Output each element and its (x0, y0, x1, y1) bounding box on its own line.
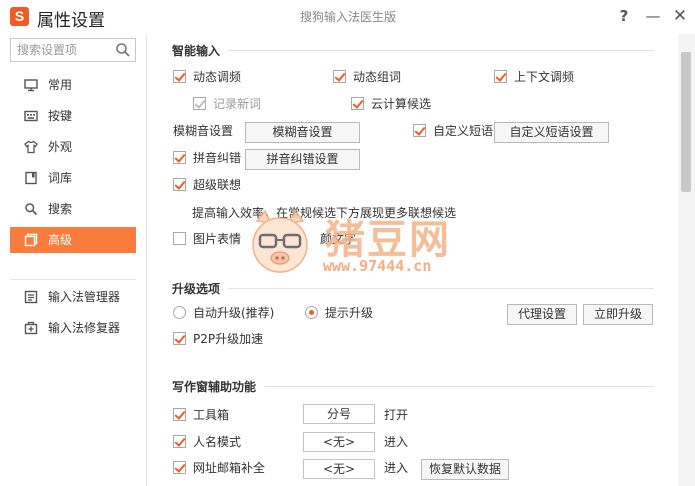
checkbox-box[interactable] (333, 70, 346, 83)
radio-auto-upgrade[interactable]: 自动升级(推荐) (173, 303, 293, 323)
checkbox-dynamic-freq[interactable]: 动态调频 (173, 67, 313, 87)
section-divider (228, 50, 654, 51)
upgrade-now-button[interactable]: 立即升级 (583, 304, 653, 325)
sogou-logo-icon: S (10, 7, 29, 26)
sidebar-item-label: 外观 (48, 140, 73, 154)
window-title: 属性设置 (37, 11, 105, 31)
checkbox-box[interactable] (173, 461, 186, 474)
sidebar-item-dictionary[interactable]: 词库 (10, 165, 136, 191)
sidebar: 常用 按键 外观 词库 搜索 高级 (0, 34, 147, 486)
shirt-icon (24, 140, 38, 154)
section-title-writing-helper: 写作窗辅助功能 (172, 380, 257, 394)
sidebar-item-common[interactable]: 常用 (10, 72, 136, 98)
radio-notify-upgrade[interactable]: 提示升级 (305, 303, 405, 323)
sidebar-item-ime-manager[interactable]: 输入法管理器 (10, 284, 136, 310)
fuzzy-pinyin-label: 模糊音设置 (173, 124, 234, 138)
sidebar-item-label: 高级 (48, 233, 73, 247)
checkbox-box[interactable] (351, 97, 364, 110)
sidebar-item-label: 词库 (48, 171, 73, 185)
search-input[interactable] (11, 39, 111, 61)
sidebar-item-search[interactable]: 搜索 (10, 196, 136, 222)
checkbox-box[interactable] (413, 124, 426, 137)
checkbox-box[interactable] (193, 97, 206, 110)
search-icon[interactable] (115, 42, 131, 58)
proxy-settings-button[interactable]: 代理设置 (507, 304, 577, 325)
association-description: 提高输入效率，在常规候选下方展现更多联想候选 (192, 206, 457, 220)
settings-panel: 智能输入 动态调频 动态组词 上下文调频 记录新词 云计算候选 模糊音设置 模糊… (148, 34, 678, 486)
name-mode-hotkey-field[interactable]: <无> (303, 432, 375, 452)
section-title-upgrade: 升级选项 (172, 282, 221, 296)
checkbox-box[interactable] (173, 332, 186, 345)
radio-circle[interactable] (173, 306, 186, 319)
checkbox-box[interactable] (173, 435, 186, 448)
close-button[interactable]: ✕ (668, 4, 692, 28)
kaomoji-label: 颜文字 (320, 232, 357, 246)
checkbox-context-freq[interactable]: 上下文调频 (494, 67, 634, 87)
sidebar-item-label: 输入法管理器 (48, 290, 121, 304)
name-mode-action-label: 进入 (384, 435, 409, 449)
vertical-scrollbar[interactable] (678, 34, 695, 486)
checkbox-box[interactable] (494, 70, 507, 83)
url-email-hotkey-field[interactable]: <无> (303, 459, 375, 479)
checkbox-cloud-candidates[interactable]: 云计算候选 (351, 94, 471, 114)
sidebar-item-appearance[interactable]: 外观 (10, 134, 136, 160)
toolbox-hotkey-field[interactable]: 分号 (303, 404, 375, 424)
restore-default-data-button[interactable]: 恢复默认数据 (421, 459, 509, 480)
checkbox-dynamic-group[interactable]: 动态组词 (333, 67, 473, 87)
dictionary-icon (25, 171, 37, 185)
search-box (10, 38, 136, 62)
checkbox-custom-phrase[interactable]: 自定义短语 (413, 121, 503, 141)
checkbox-box[interactable] (173, 70, 186, 83)
pinyin-correction-settings-button[interactable]: 拼音纠错设置 (245, 149, 360, 170)
sidebar-item-keys[interactable]: 按键 (10, 103, 136, 129)
advanced-icon (24, 233, 38, 247)
checkbox-url-email-completion[interactable]: 网址邮箱补全 (173, 458, 283, 478)
repair-icon (24, 321, 38, 335)
search-icon (25, 203, 38, 216)
checkbox-super-association[interactable]: 超级联想 (173, 175, 273, 195)
section-divider (228, 288, 654, 289)
title-bar: S 属性设置 搜狗输入法医生版 ? — ✕ (0, 0, 695, 34)
radio-circle[interactable] (305, 306, 318, 319)
checkbox-name-mode[interactable]: 人名模式 (173, 432, 273, 452)
toolbox-action-label: 打开 (384, 408, 409, 422)
sidebar-item-label: 输入法修复器 (48, 321, 121, 335)
window-subtitle: 搜狗输入法医生版 (300, 10, 397, 24)
keyboard-icon (24, 110, 38, 122)
checkbox-toolbox[interactable]: 工具箱 (173, 405, 273, 425)
sidebar-item-label: 搜索 (48, 202, 73, 216)
section-divider (265, 386, 654, 387)
help-button[interactable]: ? (612, 4, 636, 28)
checkbox-box[interactable] (173, 178, 186, 191)
custom-phrase-settings-button[interactable]: 自定义短语设置 (494, 122, 609, 143)
sidebar-item-ime-repair[interactable]: 输入法修复器 (10, 315, 136, 341)
minimize-button[interactable]: — (641, 4, 665, 28)
sidebar-item-advanced[interactable]: 高级 (10, 227, 136, 253)
section-title-smart-input: 智能输入 (172, 44, 221, 58)
url-email-action-label: 进入 (384, 461, 409, 475)
monitor-icon (24, 79, 38, 92)
checkbox-box[interactable] (173, 232, 186, 245)
scrollbar-thumb[interactable] (681, 52, 691, 192)
sidebar-item-label: 常用 (48, 78, 73, 92)
checkbox-picture-emoji[interactable]: 图片表情 (173, 229, 273, 249)
checkbox-pinyin-correction[interactable]: 拼音纠错 (173, 148, 253, 168)
manager-icon (24, 290, 38, 304)
checkbox-record-new-words[interactable]: 记录新词 (193, 94, 313, 114)
sidebar-item-label: 按键 (48, 109, 73, 123)
sidebar-divider (10, 279, 136, 280)
checkbox-box[interactable] (173, 408, 186, 421)
checkbox-box[interactable] (173, 151, 186, 164)
checkbox-p2p-acceleration[interactable]: P2P升级加速 (173, 329, 283, 349)
fuzzy-pinyin-settings-button[interactable]: 模糊音设置 (245, 122, 360, 143)
